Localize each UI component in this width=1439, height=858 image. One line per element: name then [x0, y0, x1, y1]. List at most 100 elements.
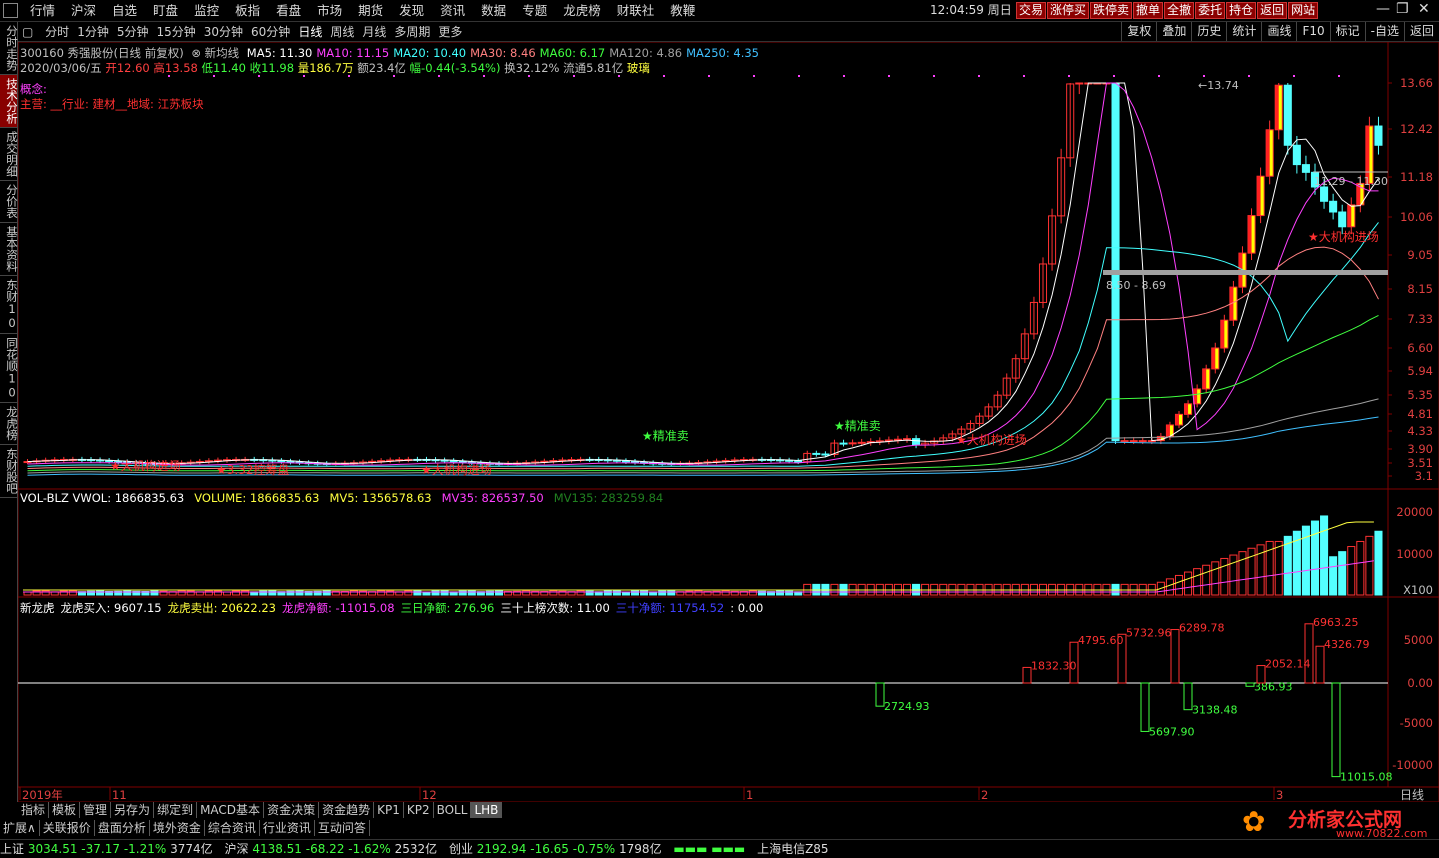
right-tool-5[interactable]: F10 [1296, 22, 1329, 41]
right-tool-6[interactable]: 标记 [1329, 22, 1365, 41]
server-name[interactable]: 上海电信Z85 [757, 840, 829, 858]
menu-item-9[interactable]: 发现 [391, 0, 432, 21]
price-axis-label: 10.06 [1400, 210, 1433, 224]
lh-header-item-1: 龙虎买入: 9607.15 [60, 601, 162, 615]
indicator-tab-5[interactable]: MACD基本 [197, 802, 265, 818]
close-icon[interactable]: ✕ [1418, 1, 1430, 17]
longhu-bar-label: 5697.90 [1149, 725, 1195, 738]
industry-tag[interactable]: 玻璃 [627, 61, 650, 75]
menu-item-6[interactable]: 看盘 [268, 0, 309, 21]
restore-icon[interactable]: ❐ [1396, 1, 1409, 17]
window-toggle-icon[interactable]: ▢ [18, 22, 37, 41]
sidebar-tab-7[interactable]: 龙虎榜 [0, 403, 19, 445]
main-business-line: 主营: __行业: 建材__地域: 江苏板块 [20, 97, 204, 111]
quick-button-0[interactable]: 交易 [1016, 2, 1047, 19]
right-tool-3[interactable]: 统计 [1226, 22, 1261, 41]
indicator-tab-9[interactable]: KP2 [404, 802, 434, 818]
volume-bar [522, 590, 531, 596]
menu-item-7[interactable]: 市场 [309, 0, 350, 21]
vol-header-item-3: MV35: 826537.50 [441, 491, 544, 505]
right-tool-8[interactable]: 返回 [1403, 22, 1439, 41]
sidebar-tab-0[interactable]: 分时走势 [0, 22, 19, 75]
indicator-tab-2[interactable]: 管理 [80, 802, 112, 818]
bar-open: 开12.60 [105, 61, 150, 75]
period-tab-8[interactable]: 月线 [358, 22, 390, 41]
menu-item-8[interactable]: 期货 [350, 0, 391, 21]
period-tab-3[interactable]: 15分钟 [152, 22, 199, 41]
indicator-tab-10[interactable]: BOLL [434, 802, 472, 818]
volume-bar [1220, 557, 1229, 596]
index-cy[interactable]: 创业 2192.94 -16.65 -0.75% 1798亿 [449, 840, 662, 858]
quick-button-4[interactable]: 全撤 [1164, 2, 1195, 19]
quick-button-5[interactable]: 委托 [1195, 2, 1226, 19]
index-sh[interactable]: 上证 3034.51 -37.17 -1.21% 3774亿 [0, 840, 213, 858]
extension-tab-4[interactable]: 综合资讯 [205, 820, 260, 836]
sidebar-tab-3[interactable]: 分价表 [0, 181, 19, 223]
right-tool-4[interactable]: 画线 [1261, 22, 1296, 41]
sidebar-tab-6[interactable]: 同花顺10 [0, 334, 19, 403]
period-tab-7[interactable]: 周线 [326, 22, 358, 41]
right-tool-1[interactable]: 叠加 [1156, 22, 1191, 41]
ma-line-20 [27, 222, 1379, 467]
quick-button-3[interactable]: 撤单 [1133, 2, 1164, 19]
menu-item-5[interactable]: 板指 [227, 0, 268, 21]
indicator-tab-1[interactable]: 模板 [49, 802, 81, 818]
indicator-tab-8[interactable]: KP1 [374, 802, 404, 818]
vol-axis-unit: X100 [1403, 583, 1433, 597]
right-tool-2[interactable]: 历史 [1191, 22, 1226, 41]
kline-chart[interactable]: 13.66 12.42 11.18 10.06 9.05 8.15 7.33 6.60 5.94… [18, 42, 1439, 802]
period-tab-2[interactable]: 5分钟 [113, 22, 153, 41]
sidebar-tab-2[interactable]: 成交明细 [0, 128, 19, 181]
menu-item-1[interactable]: 沪深 [63, 0, 104, 21]
period-tab-6[interactable]: 日线 [294, 22, 326, 41]
candle-body [902, 438, 912, 441]
period-tab-9[interactable]: 多周期 [390, 22, 434, 41]
menu-item-2[interactable]: 自选 [104, 0, 145, 21]
sidebar-tab-1[interactable]: 技术分析 [0, 75, 19, 128]
index-sz[interactable]: 沪深 4138.51 -68.22 -1.62% 2532亿 [224, 840, 437, 858]
sidebar-tab-4[interactable]: 基本资料 [0, 223, 19, 276]
ma-line-30 [27, 246, 1379, 470]
extension-tab-5[interactable]: 行业资讯 [260, 820, 315, 836]
menu-item-3[interactable]: 盯盘 [145, 0, 186, 21]
quick-button-7[interactable]: 返回 [1257, 2, 1288, 19]
menu-item-15[interactable]: 教鞭 [662, 0, 703, 21]
menu-item-0[interactable]: 行情 [22, 0, 63, 21]
right-tool-7[interactable]: -自选 [1364, 22, 1404, 41]
extension-tab-3[interactable]: 境外资金 [150, 820, 205, 836]
menu-item-10[interactable]: 资讯 [432, 0, 473, 21]
indicator-tab-0[interactable]: 指标 [18, 802, 50, 818]
period-tab-10[interactable]: 更多 [434, 22, 466, 41]
quick-button-2[interactable]: 跌停卖 [1090, 2, 1133, 19]
menu-item-12[interactable]: 专题 [514, 0, 555, 21]
extension-tab-6[interactable]: 互动问答 [315, 820, 370, 836]
menu-item-11[interactable]: 数据 [473, 0, 514, 21]
period-tab-1[interactable]: 1分钟 [73, 22, 113, 41]
lh-header-item-3: 龙虎净额: -11015.08 [282, 601, 395, 615]
candle-body [1129, 440, 1138, 443]
app-logo-icon[interactable] [3, 3, 18, 18]
period-tab-5[interactable]: 60分钟 [247, 22, 294, 41]
minimize-icon[interactable]: — [1376, 1, 1390, 17]
menu-item-4[interactable]: 监控 [186, 0, 227, 21]
quick-button-1[interactable]: 涨停买 [1047, 2, 1090, 19]
indicator-tab-7[interactable]: 资金趋势 [319, 802, 375, 818]
indicator-tab-11[interactable]: LHB [471, 802, 503, 818]
right-tool-0[interactable]: 复权 [1121, 22, 1156, 41]
quick-button-8[interactable]: 网站 [1288, 2, 1319, 19]
indicator-tab-3[interactable]: 另存为 [111, 802, 155, 818]
candle-body [1111, 82, 1120, 442]
quick-button-6[interactable]: 持仓 [1226, 2, 1257, 19]
extension-tab-2[interactable]: 盘面分析 [95, 820, 150, 836]
period-tab-4[interactable]: 30分钟 [200, 22, 247, 41]
extension-tab-0[interactable]: 扩展∧ [0, 820, 40, 836]
sidebar-tab-8[interactable]: 东财股吧 [0, 445, 19, 498]
indicator-tab-4[interactable]: 绑定到 [154, 802, 198, 818]
menu-item-13[interactable]: 龙虎榜 [555, 0, 609, 21]
indicator-tab-6[interactable]: 资金决策 [264, 802, 320, 818]
period-tab-0[interactable]: 分时 [41, 22, 73, 41]
sidebar-tab-5[interactable]: 东财10 [0, 276, 19, 334]
menu-item-14[interactable]: 财联社 [609, 0, 663, 21]
volume-bar [467, 590, 476, 596]
extension-tab-1[interactable]: 关联报价 [40, 820, 95, 836]
